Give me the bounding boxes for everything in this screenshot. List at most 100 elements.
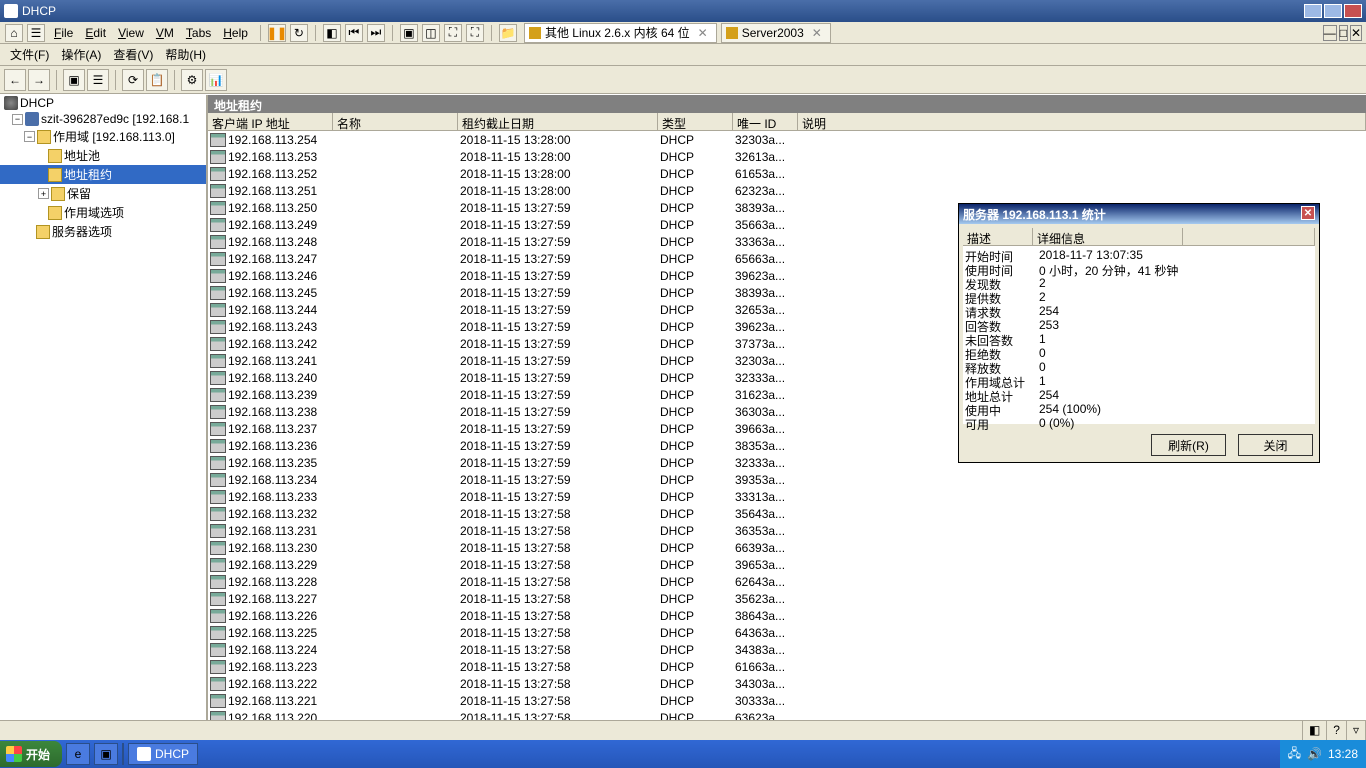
lease-row[interactable]: 192.168.113.2252018-11-15 13:27:58DHCP64… xyxy=(208,624,1366,641)
tree-server[interactable]: −szit-396287ed9c [192.168.1 xyxy=(0,111,206,127)
revert-button[interactable]: ⏮ xyxy=(345,24,363,42)
vm-tab[interactable]: Server2003✕ xyxy=(721,23,831,43)
host-min-button[interactable]: — xyxy=(1323,25,1337,41)
tree-server-opts[interactable]: 服务器选项 xyxy=(0,222,206,241)
col-type[interactable]: 类型 xyxy=(658,113,733,130)
computer-icon xyxy=(210,609,226,623)
stats-refresh-button[interactable]: 刷新(R) xyxy=(1151,434,1226,456)
collapse-icon[interactable]: − xyxy=(12,114,23,125)
lease-row[interactable]: 192.168.113.2512018-11-15 13:28:00DHCP62… xyxy=(208,182,1366,199)
menu-action[interactable]: 操作(A) xyxy=(55,44,107,65)
options-button[interactable]: ☰ xyxy=(87,69,109,91)
menu-view[interactable]: 查看(V) xyxy=(107,44,159,65)
lease-row[interactable]: 192.168.113.2242018-11-15 13:27:58DHCP34… xyxy=(208,641,1366,658)
lease-row[interactable]: 192.168.113.2522018-11-15 13:28:00DHCP61… xyxy=(208,165,1366,182)
vm-tab[interactable]: 其他 Linux 2.6.x 内核 64 位✕ xyxy=(524,23,717,43)
start-button[interactable]: 开始 xyxy=(0,741,62,767)
maximize-button[interactable] xyxy=(1324,4,1342,18)
lease-row[interactable]: 192.168.113.2232018-11-15 13:27:58DHCP61… xyxy=(208,658,1366,675)
col-name[interactable]: 名称 xyxy=(333,113,458,130)
host-max-button[interactable]: □ xyxy=(1339,25,1348,41)
vmware-menu-edit[interactable]: Edit xyxy=(79,24,112,42)
manage-snap-button[interactable]: ⏭ xyxy=(367,24,385,42)
back-button[interactable]: ← xyxy=(4,69,26,91)
settings-button[interactable]: ⚙ xyxy=(181,69,203,91)
stats-row: 开始时间2018-11-7 13:07:35 xyxy=(965,248,1313,262)
fullscreen-button[interactable]: ▣ xyxy=(400,24,418,42)
restart-button[interactable]: ↻ xyxy=(290,24,308,42)
tree-scope[interactable]: −作用域 [192.168.113.0] xyxy=(0,127,206,146)
system-tray[interactable]: 🖧 🔊 13:28 xyxy=(1280,740,1366,768)
tree-reserve[interactable]: +保留 xyxy=(0,184,206,203)
host-title: DHCP xyxy=(22,4,56,18)
tab-close-icon[interactable]: ✕ xyxy=(812,26,822,40)
stats-body: 开始时间2018-11-7 13:07:35使用时间0 小时，20 分钟，41 … xyxy=(963,246,1315,424)
vmware-menu-file[interactable]: File xyxy=(48,24,79,42)
unity-button[interactable]: ◫ xyxy=(422,24,440,42)
folder-button[interactable]: 📁 xyxy=(499,24,517,42)
dhcp-icon xyxy=(4,4,18,18)
fit-button[interactable]: ⛶ xyxy=(444,24,462,42)
stats-close-icon[interactable]: ✕ xyxy=(1301,206,1315,220)
forward-button[interactable]: → xyxy=(28,69,50,91)
vmware-menu-help[interactable]: Help xyxy=(217,24,254,42)
menu-file[interactable]: 文件(F) xyxy=(4,44,55,65)
vmware-menu-view[interactable]: View xyxy=(112,24,150,42)
col-desc[interactable]: 说明 xyxy=(798,113,1366,130)
stats-close-button[interactable]: 关闭 xyxy=(1238,434,1313,456)
col-expiry[interactable]: 租约截止日期 xyxy=(458,113,658,130)
lease-row[interactable]: 192.168.113.2292018-11-15 13:27:58DHCP39… xyxy=(208,556,1366,573)
tree-leases[interactable]: 地址租约 xyxy=(0,165,206,184)
tree-scope-opts[interactable]: 作用域选项 xyxy=(0,203,206,222)
lease-row[interactable]: 192.168.113.2272018-11-15 13:27:58DHCP35… xyxy=(208,590,1366,607)
list-header: 客户端 IP 地址 名称 租约截止日期 类型 唯一 ID 说明 xyxy=(208,113,1366,131)
library-button[interactable]: ☰ xyxy=(27,24,45,42)
tree-root[interactable]: DHCP xyxy=(0,95,206,111)
tray-vol-icon[interactable]: 🔊 xyxy=(1307,747,1322,761)
tree-pool[interactable]: 地址池 xyxy=(0,146,206,165)
stats-col-desc[interactable]: 描述 xyxy=(963,228,1033,245)
lease-row[interactable]: 192.168.113.2212018-11-15 13:27:58DHCP30… xyxy=(208,692,1366,709)
snapshot-button[interactable]: ◧ xyxy=(323,24,341,42)
lease-row[interactable]: 192.168.113.2302018-11-15 13:27:58DHCP66… xyxy=(208,539,1366,556)
computer-icon xyxy=(210,524,226,538)
expand-icon[interactable]: + xyxy=(38,188,49,199)
host-close-button[interactable]: ✕ xyxy=(1350,25,1362,41)
taskbar-app-dhcp[interactable]: DHCP xyxy=(128,743,198,765)
vmware-menu-vm[interactable]: VM xyxy=(150,24,180,42)
home-button[interactable]: ⌂ xyxy=(5,24,23,42)
lease-row[interactable]: 192.168.113.2542018-11-15 13:28:00DHCP32… xyxy=(208,131,1366,148)
stretch-button[interactable]: ⛶ xyxy=(466,24,484,42)
quicklaunch-desktop[interactable]: ▣ xyxy=(94,743,118,765)
minimize-button[interactable] xyxy=(1304,4,1322,18)
quicklaunch-ie[interactable]: e xyxy=(66,743,90,765)
lease-row[interactable]: 192.168.113.2322018-11-15 13:27:58DHCP35… xyxy=(208,505,1366,522)
stats-title[interactable]: 服务器 192.168.113.1 统计 ✕ xyxy=(959,204,1319,224)
stats-col-detail[interactable]: 详细信息 xyxy=(1033,228,1183,245)
status-icon2: ? xyxy=(1327,721,1347,740)
export-button[interactable]: 📋 xyxy=(146,69,168,91)
lease-row[interactable]: 192.168.113.2532018-11-15 13:28:00DHCP32… xyxy=(208,148,1366,165)
computer-icon xyxy=(210,541,226,555)
status-icon: ◧ xyxy=(1303,721,1327,740)
lease-row[interactable]: 192.168.113.2342018-11-15 13:27:59DHCP39… xyxy=(208,471,1366,488)
lease-row[interactable]: 192.168.113.2332018-11-15 13:27:59DHCP33… xyxy=(208,488,1366,505)
col-id[interactable]: 唯一 ID xyxy=(733,113,798,130)
lease-row[interactable]: 192.168.113.2262018-11-15 13:27:58DHCP38… xyxy=(208,607,1366,624)
lease-row[interactable]: 192.168.113.2282018-11-15 13:27:58DHCP62… xyxy=(208,573,1366,590)
tab-close-icon[interactable]: ✕ xyxy=(698,26,708,40)
collapse-icon[interactable]: − xyxy=(24,131,35,142)
stats-button[interactable]: 📊 xyxy=(205,69,227,91)
dhcp-icon xyxy=(137,747,151,761)
menu-help[interactable]: 帮助(H) xyxy=(159,44,212,65)
pause-button[interactable]: ❚❚ xyxy=(268,24,286,42)
vmware-menu-tabs[interactable]: Tabs xyxy=(180,24,217,42)
up-button[interactable]: ▣ xyxy=(63,69,85,91)
refresh-button[interactable]: ⟳ xyxy=(122,69,144,91)
tree-pane[interactable]: DHCP −szit-396287ed9c [192.168.1 −作用域 [1… xyxy=(0,95,208,740)
close-button[interactable] xyxy=(1344,4,1362,18)
lease-row[interactable]: 192.168.113.2312018-11-15 13:27:58DHCP36… xyxy=(208,522,1366,539)
tray-net-icon[interactable]: 🖧 xyxy=(1288,744,1301,765)
lease-row[interactable]: 192.168.113.2222018-11-15 13:27:58DHCP34… xyxy=(208,675,1366,692)
col-ip[interactable]: 客户端 IP 地址 xyxy=(208,113,333,130)
